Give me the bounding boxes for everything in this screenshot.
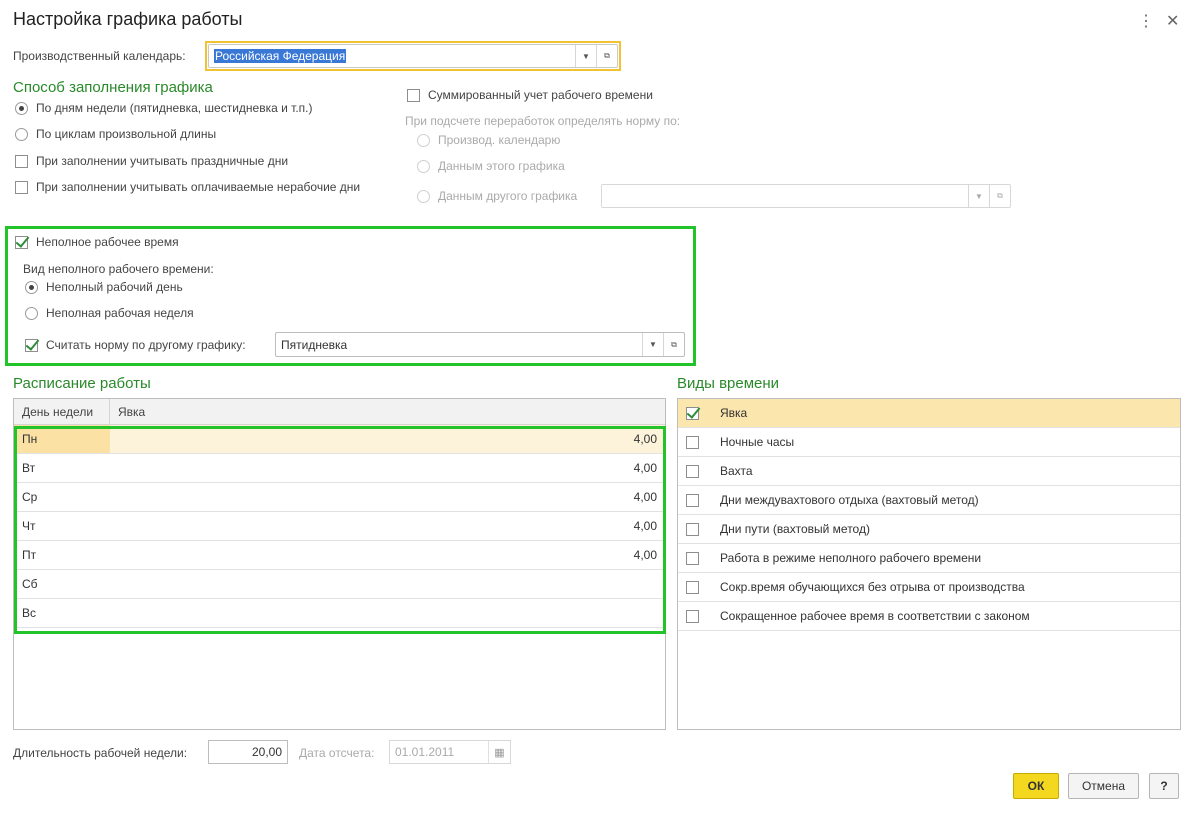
parttime-kind-label: Вид неполного рабочего времени: xyxy=(23,262,214,276)
list-item[interactable]: Вахта xyxy=(678,457,1180,486)
other-schedule-combo[interactable]: ▼ ⧉ xyxy=(601,184,1011,208)
other-schedule-value xyxy=(602,185,968,207)
list-item[interactable]: Ночные часы xyxy=(678,428,1180,457)
radio-norm-other-label: Данным другого графика xyxy=(438,189,578,203)
list-item-label: Работа в режиме неполного рабочего време… xyxy=(720,551,982,565)
week-length-label: Длительность рабочей недели: xyxy=(13,746,188,760)
radio-parttime-week-label: Неполная рабочая неделя xyxy=(46,306,194,320)
list-item[interactable]: Явка xyxy=(678,399,1180,428)
calendar-combo[interactable]: Российская Федерация ▼ ⧉ xyxy=(208,44,618,68)
window-title: Настройка графика работы xyxy=(13,9,243,29)
list-item[interactable]: Дни пути (вахтовый метод) xyxy=(678,515,1180,544)
checkbox-checked-icon[interactable] xyxy=(686,406,699,420)
radio-icon[interactable] xyxy=(15,127,28,141)
radio-parttime-day[interactable]: Неполный рабочий день xyxy=(25,280,183,294)
radio-by-weekdays[interactable]: По дням недели (пятидневка, шестидневка … xyxy=(15,101,313,115)
ref-date-value: 01.01.2011 xyxy=(395,745,455,759)
norm-schedule-combo[interactable]: Пятидневка ▼ ⧉ xyxy=(275,332,685,357)
time-types-list: Явка Ночные часы Вахта Дни междувахтового о… xyxy=(677,398,1181,730)
checkbox-icon[interactable] xyxy=(686,493,699,507)
checkbox-icon[interactable] xyxy=(686,609,699,623)
checkbox-checked-icon[interactable] xyxy=(25,338,38,352)
checkbox-norm-other[interactable]: Считать норму по другому графику: xyxy=(25,338,246,352)
radio-by-cycles-label: По циклам произвольной длины xyxy=(36,127,217,141)
list-item[interactable]: Дни междувахтового отдыха (вахтовый мето… xyxy=(678,486,1180,515)
radio-by-cycles[interactable]: По циклам произвольной длины xyxy=(15,127,216,141)
open-icon[interactable]: ⧉ xyxy=(989,185,1010,207)
list-item[interactable]: Работа в режиме неполного рабочего време… xyxy=(678,544,1180,573)
checkbox-icon[interactable] xyxy=(15,180,28,194)
checkbox-icon[interactable] xyxy=(686,464,699,478)
list-item-label: Дни пути (вахтовый метод) xyxy=(720,522,870,536)
time-types-rows: Явка Ночные часы Вахта Дни междувахтового о… xyxy=(678,399,1180,631)
schedule-title: Расписание работы xyxy=(13,375,151,392)
checkbox-summarized-label: Суммированный учет рабочего времени xyxy=(428,88,653,102)
time-types-title: Виды времени xyxy=(677,375,780,392)
cancel-button[interactable]: Отмена xyxy=(1068,773,1139,799)
radio-icon[interactable] xyxy=(417,159,430,173)
schedule-highlight xyxy=(14,426,666,634)
column-header-day[interactable]: День недели xyxy=(14,399,110,424)
checkbox-paid-nonwork-label: При заполнении учитывать оплачиваемые не… xyxy=(36,180,361,194)
radio-icon[interactable] xyxy=(417,189,430,203)
schedule-table-header: День недели Явка xyxy=(14,399,665,425)
calendar-value: Российская Федерация xyxy=(214,49,347,63)
week-length-input[interactable]: 20,00 xyxy=(208,740,288,764)
overtime-norm-label: При подсчете переработок определять норм… xyxy=(405,114,681,128)
radio-by-weekdays-label: По дням недели (пятидневка, шестидневка … xyxy=(36,101,313,115)
radio-norm-calendar-label: Производ. календарю xyxy=(438,133,561,147)
calendar-field-focus: Российская Федерация ▼ ⧉ xyxy=(205,41,621,71)
list-item-label: Ночные часы xyxy=(720,435,795,449)
chevron-down-icon[interactable]: ▼ xyxy=(642,333,663,356)
checkbox-parttime[interactable]: Неполное рабочее время xyxy=(15,235,179,249)
checkbox-icon[interactable] xyxy=(686,580,699,594)
radio-icon[interactable] xyxy=(25,306,38,320)
chevron-down-icon[interactable]: ▼ xyxy=(575,45,596,67)
norm-schedule-value: Пятидневка xyxy=(281,337,348,352)
checkbox-icon[interactable] xyxy=(407,88,420,102)
list-item[interactable]: Сокр.время обучающихся без отрыва от про… xyxy=(678,573,1180,602)
checkbox-checked-icon[interactable] xyxy=(15,235,28,249)
checkbox-icon[interactable] xyxy=(686,435,699,449)
ref-date-label: Дата отсчета: xyxy=(299,746,375,760)
more-vertical-icon[interactable]: ⋮ xyxy=(1138,11,1154,31)
fill-method-title: Способ заполнения графика xyxy=(13,79,213,96)
list-item-label: Дни междувахтового отдыха (вахтовый мето… xyxy=(720,493,979,507)
list-item-label: Сокращенное рабочее время в соответствии… xyxy=(720,609,1030,623)
radio-parttime-week[interactable]: Неполная рабочая неделя xyxy=(25,306,194,320)
help-button[interactable]: ? xyxy=(1149,773,1179,799)
radio-norm-this-label: Данным этого графика xyxy=(438,159,565,173)
open-icon[interactable]: ⧉ xyxy=(663,333,684,356)
chevron-down-icon[interactable]: ▼ xyxy=(968,185,989,207)
calendar-icon[interactable]: ▦ xyxy=(488,741,510,763)
radio-icon[interactable] xyxy=(417,133,430,147)
list-item-label: Сокр.время обучающихся без отрыва от про… xyxy=(720,580,1025,594)
list-item[interactable]: Сокращенное рабочее время в соответствии… xyxy=(678,602,1180,631)
radio-selected-icon[interactable] xyxy=(15,101,28,115)
ref-date-input[interactable]: 01.01.2011 ▦ xyxy=(389,740,511,764)
checkbox-icon[interactable] xyxy=(686,522,699,536)
radio-norm-this[interactable]: Данным этого графика xyxy=(417,159,565,173)
radio-selected-icon[interactable] xyxy=(25,280,38,294)
radio-norm-calendar[interactable]: Производ. календарю xyxy=(417,133,560,147)
close-icon[interactable]: ✕ xyxy=(1166,11,1179,31)
checkbox-icon[interactable] xyxy=(15,154,28,168)
list-item-label: Явка xyxy=(720,406,748,420)
list-item-label: Вахта xyxy=(720,464,753,478)
checkbox-holidays-label: При заполнении учитывать праздничные дни xyxy=(36,154,289,168)
checkbox-paid-nonwork[interactable]: При заполнении учитывать оплачиваемые не… xyxy=(15,180,360,194)
radio-parttime-day-label: Неполный рабочий день xyxy=(46,280,183,294)
open-icon[interactable]: ⧉ xyxy=(596,45,617,67)
checkbox-holidays[interactable]: При заполнении учитывать праздничные дни xyxy=(15,154,288,168)
ok-button[interactable]: ОК xyxy=(1013,773,1059,799)
checkbox-icon[interactable] xyxy=(686,551,699,565)
calendar-label: Производственный календарь: xyxy=(13,49,186,63)
radio-norm-other[interactable]: Данным другого графика xyxy=(417,189,577,203)
checkbox-parttime-label: Неполное рабочее время xyxy=(36,235,179,249)
column-header-value[interactable]: Явка xyxy=(110,399,665,424)
checkbox-summarized[interactable]: Суммированный учет рабочего времени xyxy=(407,88,653,102)
checkbox-norm-other-label: Считать норму по другому графику: xyxy=(46,338,246,352)
